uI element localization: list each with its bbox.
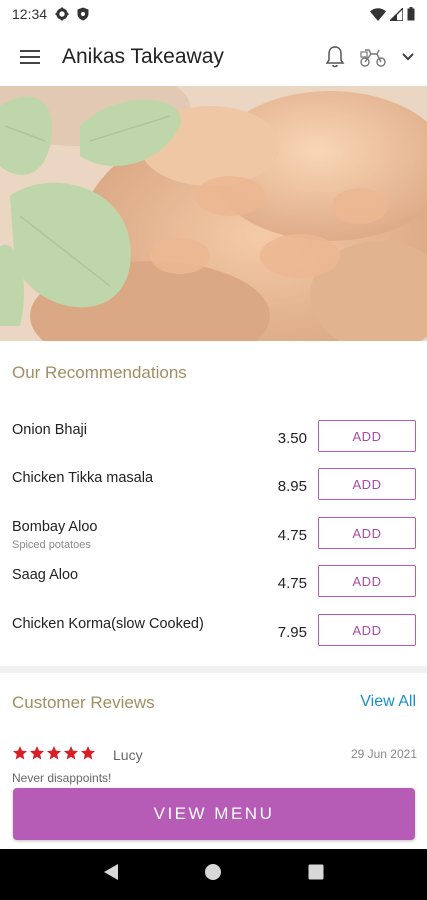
menu-item: Chicken Tikka masala 8.95 ADD [0, 468, 427, 510]
star-icon [64, 746, 78, 760]
app-title: Anikas Takeaway [62, 45, 224, 68]
item-name: Onion Bhaji [12, 422, 87, 438]
chevron-down-icon[interactable] [401, 52, 415, 62]
star-rating [12, 745, 96, 761]
item-description: Spiced potatoes [12, 539, 91, 551]
home-icon[interactable] [204, 863, 222, 886]
hamburger-menu-icon[interactable] [20, 50, 40, 64]
star-icon [13, 746, 27, 760]
add-button[interactable]: ADD [318, 420, 416, 452]
cellular-signal-icon [390, 7, 403, 21]
review-date: 29 Jun 2021 [350, 747, 417, 761]
menu-item: Onion Bhaji 3.50 ADD [0, 420, 427, 462]
star-icon [81, 746, 95, 760]
shield-icon [77, 7, 89, 21]
menu-item: Chicken Korma(slow Cooked) 7.95 ADD [0, 614, 427, 656]
item-name: Bombay Aloo [12, 519, 98, 535]
item-name: Chicken Korma(slow Cooked) [12, 616, 204, 632]
recommendations-title: Our Recommendations [12, 363, 187, 382]
item-price: 3.50 [277, 430, 307, 447]
add-button[interactable]: ADD [318, 614, 416, 646]
menu-item: Saag Aloo 4.75 ADD [0, 565, 427, 607]
battery-icon [407, 7, 415, 21]
status-time: 12:34 [12, 6, 48, 22]
item-price: 4.75 [277, 527, 307, 544]
menu-item: Bombay Aloo Spiced potatoes 4.75 ADD [0, 517, 427, 559]
view-menu-button[interactable]: VIEW MENU [13, 788, 415, 840]
delivery-scooter-icon[interactable] [359, 46, 387, 68]
system-navigation-bar [0, 849, 427, 900]
item-name: Saag Aloo [12, 567, 79, 583]
recents-icon[interactable] [308, 864, 324, 885]
item-name: Chicken Tikka masala [12, 470, 154, 486]
view-all-link[interactable]: View All [360, 693, 416, 711]
notification-bell-icon[interactable] [325, 45, 345, 69]
settings-gear-icon [55, 7, 69, 21]
star-icon [47, 746, 61, 760]
recommendations-section: Our Recommendations Onion Bhaji 3.50 ADD… [0, 341, 427, 666]
reviewer-name: Lucy [113, 747, 143, 763]
item-price: 7.95 [277, 624, 307, 641]
add-button[interactable]: ADD [318, 468, 416, 500]
reviews-title: Customer Reviews [12, 693, 155, 712]
review-item: Lucy 29 Jun 2021 Never disappoints! [12, 745, 417, 785]
hero-food-image [0, 86, 427, 341]
app-bar: Anikas Takeaway [0, 28, 427, 86]
item-price: 4.75 [277, 575, 307, 592]
review-text: Never disappoints! [12, 771, 112, 785]
add-button[interactable]: ADD [318, 565, 416, 597]
star-icon [30, 746, 44, 760]
status-bar: 12:34 [0, 0, 427, 28]
back-icon[interactable] [103, 863, 119, 886]
item-price: 8.95 [277, 478, 307, 495]
add-button[interactable]: ADD [318, 517, 416, 549]
section-divider [0, 666, 427, 673]
wifi-icon [370, 7, 386, 21]
